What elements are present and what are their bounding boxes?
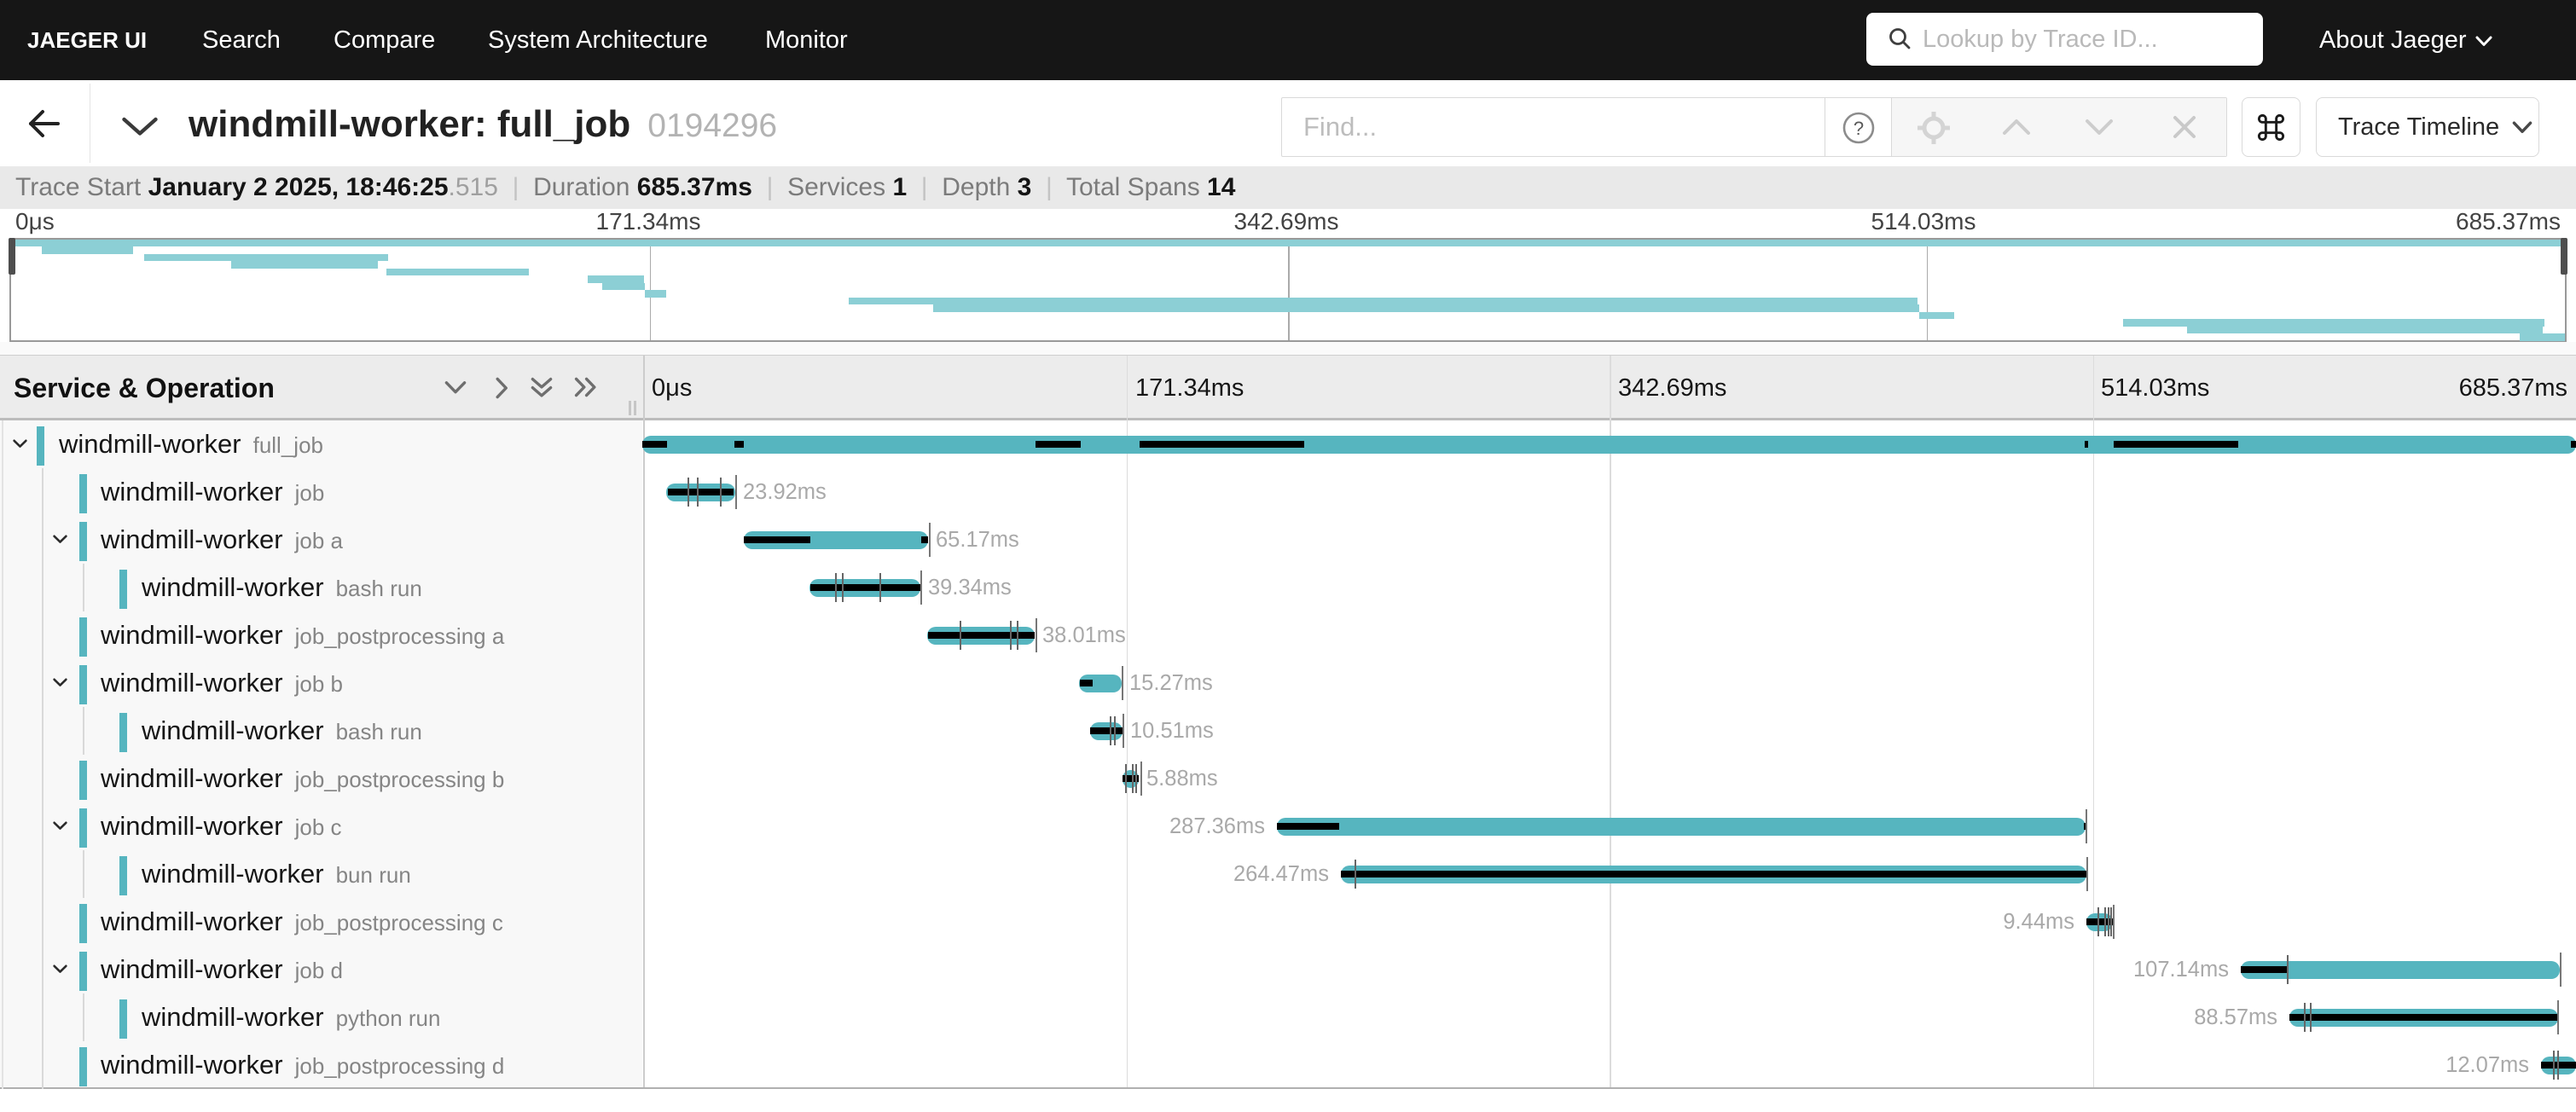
svg-text:?: ?: [1854, 118, 1864, 139]
